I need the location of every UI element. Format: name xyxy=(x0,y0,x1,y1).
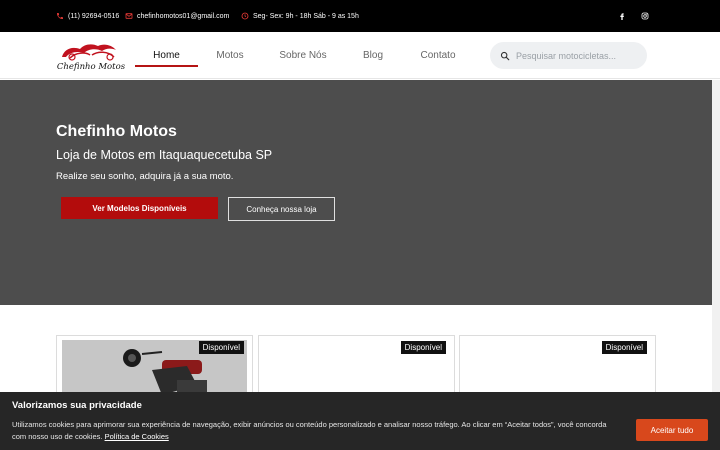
visit-store-button[interactable]: Conheça nossa loja xyxy=(228,197,335,221)
view-models-button[interactable]: Ver Modelos Disponíveis xyxy=(61,197,218,219)
motorcycle-logo-icon xyxy=(62,44,116,61)
search-box[interactable] xyxy=(490,42,647,69)
email-contact[interactable]: chefinhomotos01@gmail.com xyxy=(125,0,229,32)
hours-text: Seg- Sex: 9h - 18h Sáb - 9 as 15h xyxy=(253,12,359,20)
nav-blog[interactable]: Blog xyxy=(352,32,394,79)
nav-motos[interactable]: Motos xyxy=(205,32,255,79)
cookie-policy-link[interactable]: Política de Cookies xyxy=(105,432,169,441)
phone-number: (11) 92694-0516 xyxy=(68,12,120,20)
clock-icon xyxy=(241,12,249,20)
hero-banner xyxy=(0,80,712,305)
phone-contact[interactable]: (11) 92694-0516 xyxy=(56,0,119,32)
facebook-link[interactable] xyxy=(616,0,628,32)
facebook-icon xyxy=(620,13,624,20)
availability-badge: Disponível xyxy=(601,341,647,354)
active-nav-indicator xyxy=(135,65,198,67)
nav-sobre-nos[interactable]: Sobre Nós xyxy=(272,32,334,79)
top-contact-bar: (11) 92694-0516 chefinhomotos01@gmail.co… xyxy=(0,0,720,32)
cookie-description: Utilizamos cookies para aprimorar sua ex… xyxy=(12,420,607,441)
accept-all-cookies-button[interactable]: Aceitar tudo xyxy=(636,419,708,441)
availability-badge: Disponível xyxy=(198,341,244,354)
page-scrollbar[interactable] xyxy=(712,80,720,392)
cookie-text: Utilizamos cookies para aprimorar sua ex… xyxy=(12,419,622,443)
search-icon xyxy=(500,51,510,60)
email-address: chefinhomotos01@gmail.com xyxy=(137,12,230,20)
logo-text: Chefinho Motos xyxy=(56,62,126,72)
business-hours: Seg- Sex: 9h - 18h Sáb - 9 as 15h xyxy=(241,0,359,32)
site-logo[interactable]: Chefinho Motos xyxy=(56,40,126,74)
hero-subtitle: Loja de Motos em Itaquaquecetuba SP xyxy=(56,148,273,162)
hero-text: Realize seu sonho, adquira já a sua moto… xyxy=(56,171,234,182)
nav-home[interactable]: Home xyxy=(135,32,198,79)
instagram-icon xyxy=(641,12,649,20)
cookie-consent-banner: Valorizamos sua privacidade Utilizamos c… xyxy=(0,392,720,450)
hero-title: Chefinho Motos xyxy=(56,123,177,140)
mail-icon xyxy=(125,13,133,19)
nav-contato[interactable]: Contato xyxy=(412,32,464,79)
search-input[interactable] xyxy=(516,50,636,61)
instagram-link[interactable] xyxy=(639,0,651,32)
phone-icon xyxy=(57,13,63,19)
availability-badge: Disponível xyxy=(400,341,446,354)
cookie-title: Valorizamos sua privacidade xyxy=(12,400,142,411)
